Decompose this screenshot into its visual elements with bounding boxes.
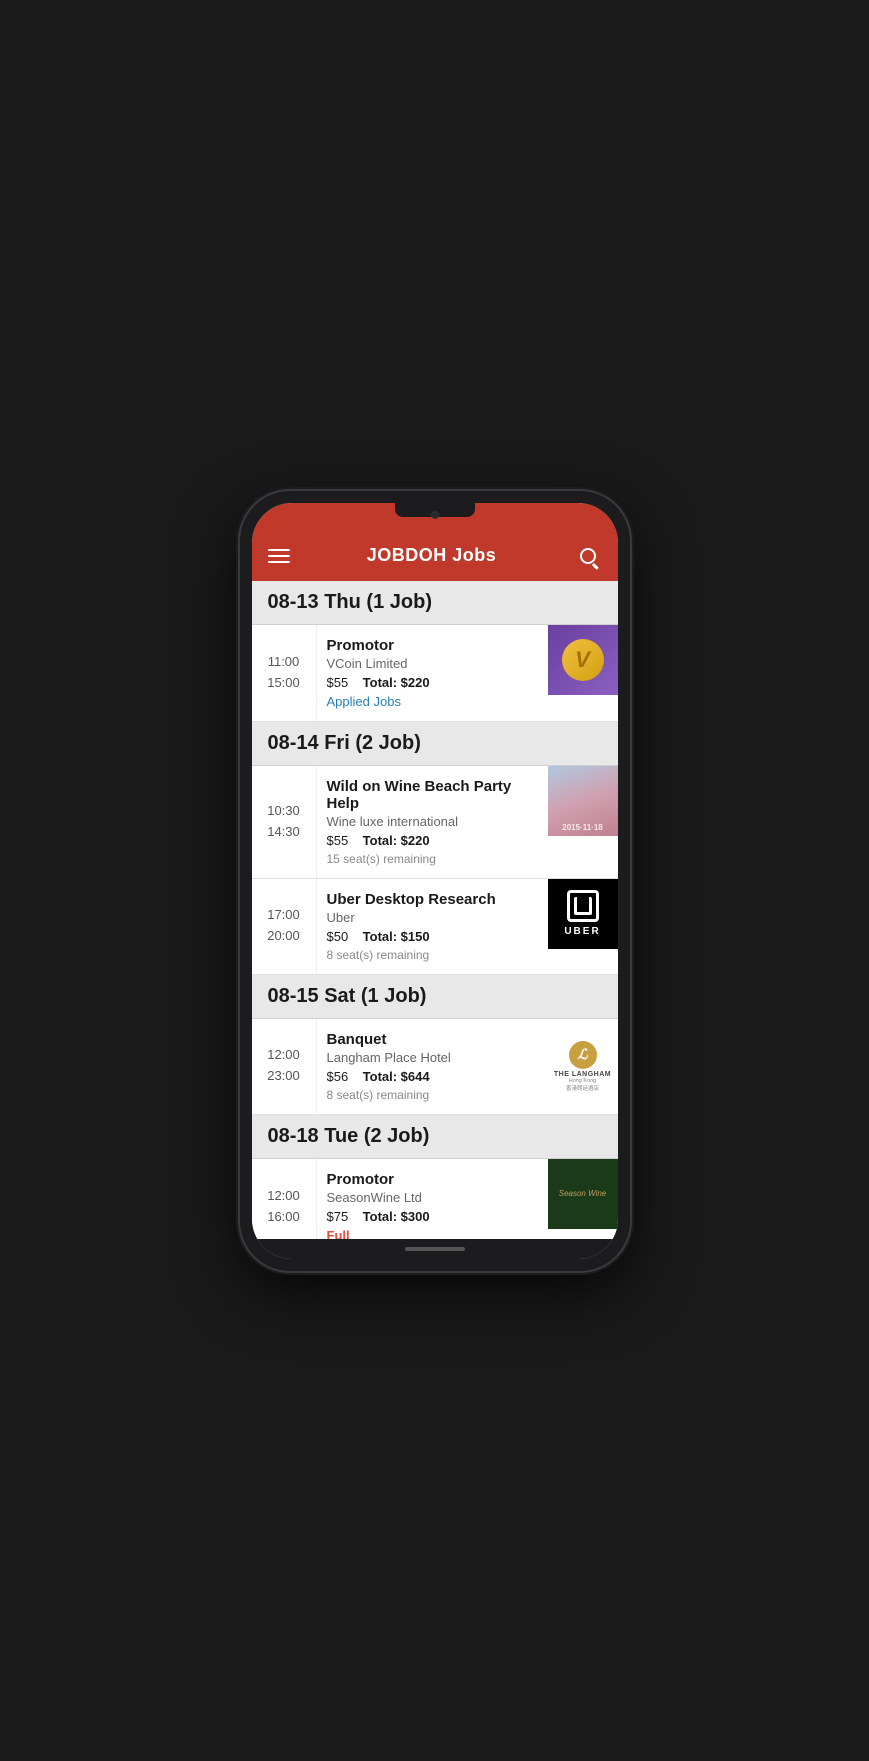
job-time-start-0814-2: 17:00 bbox=[267, 905, 300, 926]
vcoin-coin-icon: V bbox=[562, 639, 604, 681]
job-item-wine-beach[interactable]: 10:30 14:30 Wild on Wine Beach Party Hel… bbox=[252, 766, 618, 879]
job-item-uber[interactable]: 17:00 20:00 Uber Desktop Research Uber $… bbox=[252, 879, 618, 975]
date-section-header-0815: 08-15 Sat (1 Job) bbox=[252, 975, 618, 1019]
company-logo-langham: ℒ THE LANGHAM Hong Kong香港朗廷酒店 bbox=[548, 1019, 618, 1114]
job-pay-0814-1: $55 Total: $220 bbox=[327, 833, 538, 848]
app-title: JOBDOH Jobs bbox=[367, 545, 497, 566]
home-bar bbox=[405, 1247, 465, 1251]
company-logo-seasonwine: Season Wine bbox=[548, 1159, 618, 1229]
total-label-0814-1: Total: $220 bbox=[363, 833, 430, 848]
job-details-0815-1: Banquet Langham Place Hotel $56 Total: $… bbox=[317, 1019, 548, 1114]
job-company-0814-1: Wine luxe international bbox=[327, 814, 538, 829]
job-time-0815-1: 12:00 23:00 bbox=[252, 1019, 317, 1114]
job-item-promotor-vcoin[interactable]: 11:00 15:00 Promotor VCoin Limited $55 T… bbox=[252, 625, 618, 722]
job-title-0814-2: Uber Desktop Research bbox=[327, 891, 538, 908]
job-title-0814-1: Wild on Wine Beach Party Help bbox=[327, 778, 538, 812]
job-details-0814-1: Wild on Wine Beach Party Help Wine luxe … bbox=[317, 766, 548, 878]
langham-name-text: THE LANGHAM bbox=[554, 1071, 611, 1078]
job-time-end-0818-1: 16:00 bbox=[267, 1207, 300, 1228]
job-company-0818-1: SeasonWine Ltd bbox=[327, 1190, 538, 1205]
job-details-0814-2: Uber Desktop Research Uber $50 Total: $1… bbox=[317, 879, 548, 974]
pay-amount-0814-1: $55 bbox=[327, 833, 349, 848]
seasonwine-brand-text: Season Wine bbox=[555, 1185, 611, 1202]
phone-screen: JOBDOH Jobs 08-13 Thu (1 Job) 11:00 15:0… bbox=[252, 503, 618, 1259]
camera-dot bbox=[431, 511, 439, 519]
job-time-0814-1: 10:30 14:30 bbox=[252, 766, 317, 878]
seats-remaining-0815-1: 8 seat(s) remaining bbox=[327, 1088, 538, 1102]
job-company-0815-1: Langham Place Hotel bbox=[327, 1050, 538, 1065]
phone-frame: JOBDOH Jobs 08-13 Thu (1 Job) 11:00 15:0… bbox=[240, 491, 630, 1271]
date-section-label-0818: 08-18 Tue (2 Job) bbox=[268, 1125, 602, 1148]
job-time-end-0814-2: 20:00 bbox=[267, 926, 300, 947]
langham-circle-icon: ℒ bbox=[569, 1041, 597, 1069]
job-time-end-0815-1: 23:00 bbox=[267, 1066, 300, 1087]
search-icon bbox=[580, 548, 596, 564]
date-section-header-0818: 08-18 Tue (2 Job) bbox=[252, 1115, 618, 1159]
job-pay-0814-2: $50 Total: $150 bbox=[327, 929, 538, 944]
date-section-label-0815: 08-15 Sat (1 Job) bbox=[268, 985, 602, 1008]
pay-amount-0813-1: $55 bbox=[327, 675, 349, 690]
job-list-scroll-area[interactable]: 08-13 Thu (1 Job) 11:00 15:00 Promotor V… bbox=[252, 581, 618, 1239]
job-time-start-0814-1: 10:30 bbox=[267, 801, 300, 822]
date-section-label-0814: 08-14 Fri (2 Job) bbox=[268, 732, 602, 755]
job-time-0814-2: 17:00 20:00 bbox=[252, 879, 317, 974]
job-title-0815-1: Banquet bbox=[327, 1031, 538, 1048]
job-time-0818-1: 12:00 16:00 bbox=[252, 1159, 317, 1239]
hamburger-menu-icon[interactable] bbox=[268, 549, 290, 563]
job-title-0818-1: Promotor bbox=[327, 1171, 538, 1188]
job-item-promotor-seasonwine[interactable]: 12:00 16:00 Promotor SeasonWine Ltd $75 … bbox=[252, 1159, 618, 1239]
uber-u-icon bbox=[567, 890, 599, 922]
date-section-label-0813: 08-13 Thu (1 Job) bbox=[268, 591, 602, 614]
total-label-0814-2: Total: $150 bbox=[363, 929, 430, 944]
job-title-0813-1: Promotor bbox=[327, 637, 538, 654]
home-indicator bbox=[252, 1239, 618, 1259]
date-section-header-0814: 08-14 Fri (2 Job) bbox=[252, 722, 618, 766]
seats-remaining-0814-2: 8 seat(s) remaining bbox=[327, 948, 538, 962]
job-company-0814-2: Uber bbox=[327, 910, 538, 925]
job-time-end-0814-1: 14:30 bbox=[267, 822, 300, 843]
pay-amount-0814-2: $50 bbox=[327, 929, 349, 944]
job-time-0813-1: 11:00 15:00 bbox=[252, 625, 317, 721]
job-time-start-0818-1: 12:00 bbox=[267, 1186, 300, 1207]
langham-sub-text: Hong Kong香港朗廷酒店 bbox=[566, 1078, 599, 1092]
job-time-end: 15:00 bbox=[267, 673, 300, 694]
job-item-banquet[interactable]: 12:00 23:00 Banquet Langham Place Hotel … bbox=[252, 1019, 618, 1115]
pay-amount-0818-1: $75 bbox=[327, 1209, 349, 1224]
job-details-0813-1: Promotor VCoin Limited $55 Total: $220 A… bbox=[317, 625, 548, 721]
full-badge-0818-1: Full bbox=[327, 1228, 538, 1239]
job-pay-0813-1: $55 Total: $220 bbox=[327, 675, 538, 690]
pay-amount-0815-1: $56 bbox=[327, 1069, 349, 1084]
camera-notch bbox=[395, 503, 475, 517]
uber-brand-text: UBER bbox=[564, 926, 600, 937]
total-label-0818-1: Total: $300 bbox=[363, 1209, 430, 1224]
wine-logo-inner: 2015·11·18 bbox=[548, 766, 618, 836]
job-details-0818-1: Promotor SeasonWine Ltd $75 Total: $300 … bbox=[317, 1159, 548, 1239]
seats-remaining-0814-1: 15 seat(s) remaining bbox=[327, 852, 538, 866]
company-logo-uber: UBER bbox=[548, 879, 618, 949]
status-bar bbox=[252, 503, 618, 531]
company-logo-vcoin: V bbox=[548, 625, 618, 695]
uber-u-inner bbox=[574, 897, 592, 915]
company-logo-wine: 2015·11·18 bbox=[548, 766, 618, 836]
search-button[interactable] bbox=[574, 542, 602, 570]
job-time-start-0815-1: 12:00 bbox=[267, 1045, 300, 1066]
total-label-0813-1: Total: $220 bbox=[363, 675, 430, 690]
job-pay-0818-1: $75 Total: $300 bbox=[327, 1209, 538, 1224]
total-label-0815-1: Total: $644 bbox=[363, 1069, 430, 1084]
job-pay-0815-1: $56 Total: $644 bbox=[327, 1069, 538, 1084]
applied-jobs-link-0813-1[interactable]: Applied Jobs bbox=[327, 694, 538, 709]
job-company-0813-1: VCoin Limited bbox=[327, 656, 538, 671]
date-section-header-0813: 08-13 Thu (1 Job) bbox=[252, 581, 618, 625]
top-bar: JOBDOH Jobs bbox=[252, 531, 618, 581]
job-time-start: 11:00 bbox=[268, 652, 300, 673]
